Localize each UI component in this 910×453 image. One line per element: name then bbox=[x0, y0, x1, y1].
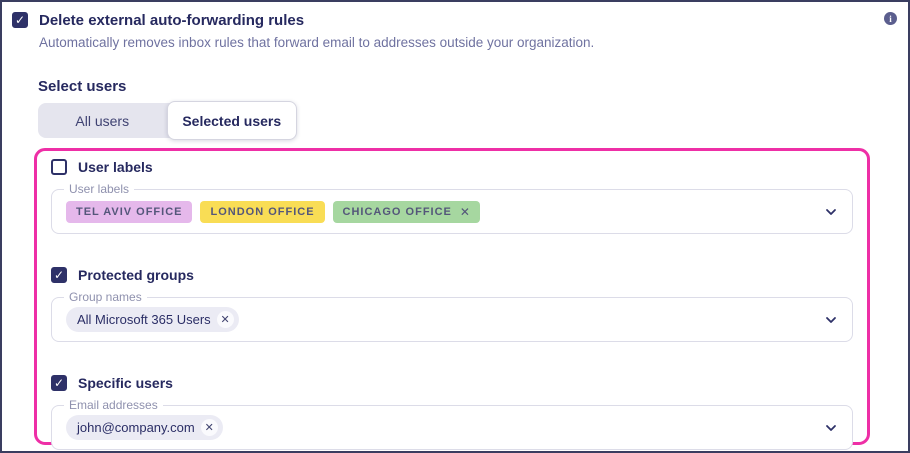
check-icon: ✓ bbox=[53, 268, 65, 282]
specific-users-row: ✓ Specific users bbox=[51, 375, 853, 391]
user-labels-checkbox[interactable] bbox=[51, 159, 67, 175]
selected-users-options-box: User labels User labels TEL AVIV OFFICE … bbox=[34, 148, 870, 450]
protected-groups-checkbox[interactable]: ✓ bbox=[51, 267, 67, 283]
chip-london-office: LONDON OFFICE bbox=[200, 200, 325, 223]
specific-users-checkbox[interactable]: ✓ bbox=[51, 375, 67, 391]
user-labels-label: User labels bbox=[78, 159, 153, 175]
user-labels-field-label: User labels bbox=[64, 182, 135, 196]
select-users-heading: Select users bbox=[38, 78, 127, 95]
chip-label: TEL AVIV OFFICE bbox=[76, 205, 183, 218]
rule-header: ✓ Delete external auto-forwarding rules … bbox=[2, 2, 908, 52]
email-addresses-chips: john@company.com ✕ bbox=[66, 415, 223, 440]
group-names-chips: All Microsoft 365 Users ✕ bbox=[66, 307, 239, 332]
tab-all-users[interactable]: All users bbox=[38, 103, 167, 138]
email-addresses-field[interactable]: Email addresses john@company.com ✕ bbox=[51, 398, 853, 450]
group-names-field[interactable]: Group names All Microsoft 365 Users ✕ bbox=[51, 290, 853, 342]
tab-selected-users[interactable]: Selected users bbox=[166, 101, 297, 140]
chip-label: LONDON OFFICE bbox=[210, 205, 315, 218]
chip-label: All Microsoft 365 Users bbox=[77, 312, 211, 327]
chip-chicago-office: CHICAGO OFFICE ✕ bbox=[332, 200, 480, 223]
user-labels-row: User labels bbox=[51, 159, 853, 175]
rule-title: Delete external auto-forwarding rules bbox=[39, 12, 305, 29]
rule-header-text: Delete external auto-forwarding rules Au… bbox=[39, 11, 594, 52]
check-icon: ✓ bbox=[53, 376, 65, 390]
chip-label: john@company.com bbox=[77, 420, 195, 435]
chip-label: CHICAGO OFFICE bbox=[342, 205, 452, 218]
chip-tel-aviv-office: TEL AVIV OFFICE bbox=[66, 200, 193, 223]
user-scope-segmented-control: All users Selected users bbox=[38, 101, 297, 140]
check-icon: ✓ bbox=[14, 13, 26, 27]
protected-groups-label: Protected groups bbox=[78, 267, 194, 283]
remove-icon[interactable]: ✕ bbox=[200, 419, 218, 436]
rule-description: Automatically removes inbox rules that f… bbox=[39, 35, 595, 50]
remove-icon[interactable]: ✕ bbox=[216, 311, 234, 328]
chevron-down-icon[interactable] bbox=[825, 314, 837, 326]
remove-icon[interactable]: ✕ bbox=[460, 205, 470, 219]
settings-panel: ✓ Delete external auto-forwarding rules … bbox=[0, 0, 910, 453]
user-labels-chips: TEL AVIV OFFICE LONDON OFFICE CHICAGO OF… bbox=[66, 200, 480, 223]
specific-users-label: Specific users bbox=[78, 375, 173, 391]
group-names-field-label: Group names bbox=[64, 290, 147, 304]
user-labels-field[interactable]: User labels TEL AVIV OFFICE LONDON OFFIC… bbox=[51, 182, 853, 234]
email-addresses-field-label: Email addresses bbox=[64, 398, 163, 412]
protected-groups-row: ✓ Protected groups bbox=[51, 267, 853, 283]
chevron-down-icon[interactable] bbox=[825, 422, 837, 434]
info-icon[interactable]: i bbox=[884, 12, 897, 25]
chevron-down-icon[interactable] bbox=[825, 206, 837, 218]
chip-all-microsoft-365-users: All Microsoft 365 Users ✕ bbox=[66, 307, 239, 332]
chip-john-company-com: john@company.com ✕ bbox=[66, 415, 223, 440]
rule-enabled-checkbox[interactable]: ✓ bbox=[12, 12, 28, 28]
